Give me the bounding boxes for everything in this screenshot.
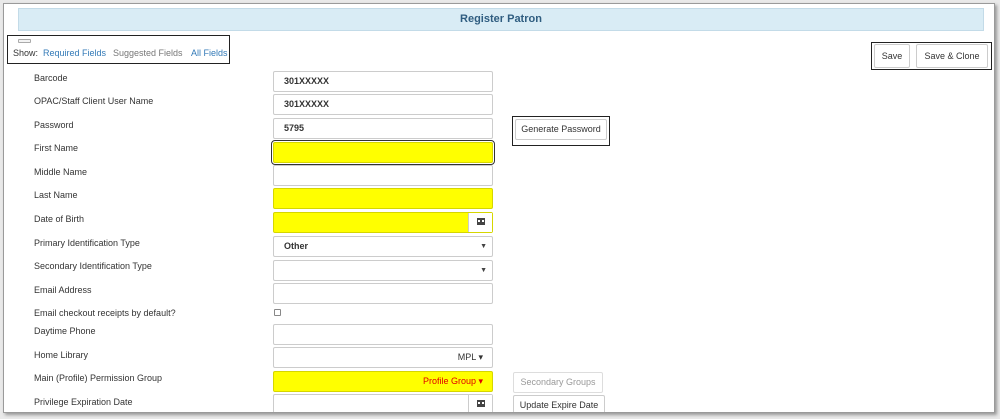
secondary-groups-button[interactable]: Secondary Groups: [513, 372, 603, 393]
field-visibility-filter: Show: Required Fields Suggested Fields A…: [7, 35, 230, 64]
email-receipts-checkbox[interactable]: [274, 309, 281, 316]
barcode-label: Barcode: [34, 73, 68, 83]
last-name-input[interactable]: [273, 188, 493, 209]
all-fields-link[interactable]: All Fields: [191, 48, 228, 58]
daytime-phone-label: Daytime Phone: [34, 326, 96, 336]
password-input[interactable]: 5795: [273, 118, 493, 139]
expire-date-label: Privilege Expiration Date: [34, 397, 133, 407]
middle-name-input[interactable]: [273, 165, 493, 186]
update-expire-date-button[interactable]: Update Expire Date: [513, 395, 605, 412]
chevron-down-icon: ▼: [480, 243, 487, 250]
show-label: Show:: [13, 48, 39, 58]
home-library-label: Home Library: [34, 350, 89, 360]
password-label: Password: [34, 120, 74, 130]
barcode-input[interactable]: 301XXXXX: [273, 71, 493, 92]
email-input[interactable]: [273, 283, 493, 304]
chevron-down-icon: ▼: [480, 267, 487, 274]
username-input[interactable]: 301XXXXX: [273, 94, 493, 115]
email-label: Email Address: [34, 285, 92, 295]
calendar-icon[interactable]: [468, 395, 492, 412]
primary-id-value: Other: [284, 241, 309, 251]
profile-group-label: Main (Profile) Permission Group: [34, 373, 163, 383]
profile-group-dropdown[interactable]: Profile Group ▾: [273, 371, 493, 392]
first-name-input[interactable]: [271, 140, 495, 165]
home-library-value: MPL ▾: [457, 352, 483, 362]
daytime-phone-input[interactable]: [273, 324, 493, 345]
save-clone-button[interactable]: Save & Clone: [916, 44, 988, 68]
first-name-label: First Name: [34, 143, 79, 153]
profile-group-value: Profile Group ▾: [422, 376, 483, 386]
email-receipts-label: Email checkout receipts by default?: [34, 308, 176, 318]
expire-date-input[interactable]: [273, 394, 493, 412]
save-button[interactable]: Save: [874, 44, 910, 68]
last-name-label: Last Name: [34, 190, 78, 200]
register-patron-window: Register Patron Show: Required Fields Su…: [3, 3, 995, 413]
secondary-id-select[interactable]: ▼: [273, 260, 493, 281]
secondary-id-label: Secondary Identification Type: [34, 261, 152, 271]
generate-password-button[interactable]: Generate Password: [515, 119, 607, 140]
required-fields-link[interactable]: Required Fields: [43, 48, 106, 58]
home-library-dropdown[interactable]: MPL ▾: [273, 347, 493, 368]
username-label: OPAC/Staff Client User Name: [34, 96, 154, 106]
primary-id-select[interactable]: Other ▼: [273, 236, 493, 257]
primary-id-label: Primary Identification Type: [34, 238, 140, 248]
collapse-toggle[interactable]: [18, 39, 31, 43]
dob-input[interactable]: [273, 212, 493, 233]
calendar-icon[interactable]: [468, 213, 492, 232]
page-title: Register Patron: [18, 8, 984, 31]
middle-name-label: Middle Name: [34, 167, 88, 177]
suggested-fields-link[interactable]: Suggested Fields: [113, 48, 183, 58]
dob-label: Date of Birth: [34, 214, 85, 224]
